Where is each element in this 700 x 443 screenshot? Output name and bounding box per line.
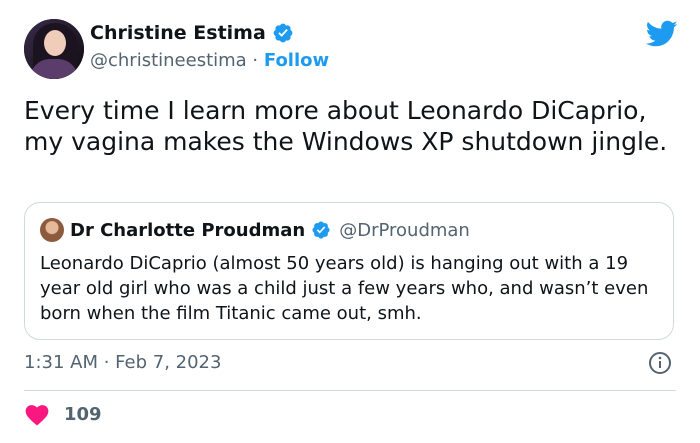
follow-button[interactable]: Follow	[264, 50, 329, 71]
author-name[interactable]: Christine Estima	[90, 22, 266, 44]
quoted-author-avatar[interactable]	[40, 218, 64, 242]
twitter-bird-icon[interactable]	[646, 20, 678, 48]
quoted-tweet-text: Leonardo DiCaprio (almost 50 years old) …	[40, 253, 649, 324]
quoted-author-handle[interactable]: @DrProudman	[339, 220, 470, 241]
handle-separator: ·	[246, 50, 264, 71]
author-avatar[interactable]	[24, 19, 84, 79]
like-count: 109	[64, 403, 102, 425]
divider	[24, 390, 676, 391]
avatar-face	[44, 30, 66, 56]
like-section[interactable]: 109	[24, 402, 102, 426]
heart-icon[interactable]	[24, 402, 50, 426]
tweet-text: Every time I learn more about Leonardo D…	[24, 96, 668, 156]
quoted-tweet[interactable]: Dr Charlotte Proudman @DrProudman Leonar…	[24, 202, 674, 340]
quoted-tweet-header: Dr Charlotte Proudman @DrProudman	[40, 218, 470, 242]
verified-badge-icon	[312, 221, 330, 239]
info-icon[interactable]	[648, 351, 672, 375]
author-handle[interactable]: @christineestima	[90, 50, 247, 71]
tweet-timestamp[interactable]: 1:31 AM · Feb 7, 2023	[24, 352, 221, 373]
author-handle-row: @christineestima · Follow	[90, 50, 329, 71]
quoted-author-name[interactable]: Dr Charlotte Proudman	[70, 220, 305, 241]
verified-badge-icon	[273, 23, 293, 43]
author-name-row: Christine Estima	[90, 22, 294, 44]
